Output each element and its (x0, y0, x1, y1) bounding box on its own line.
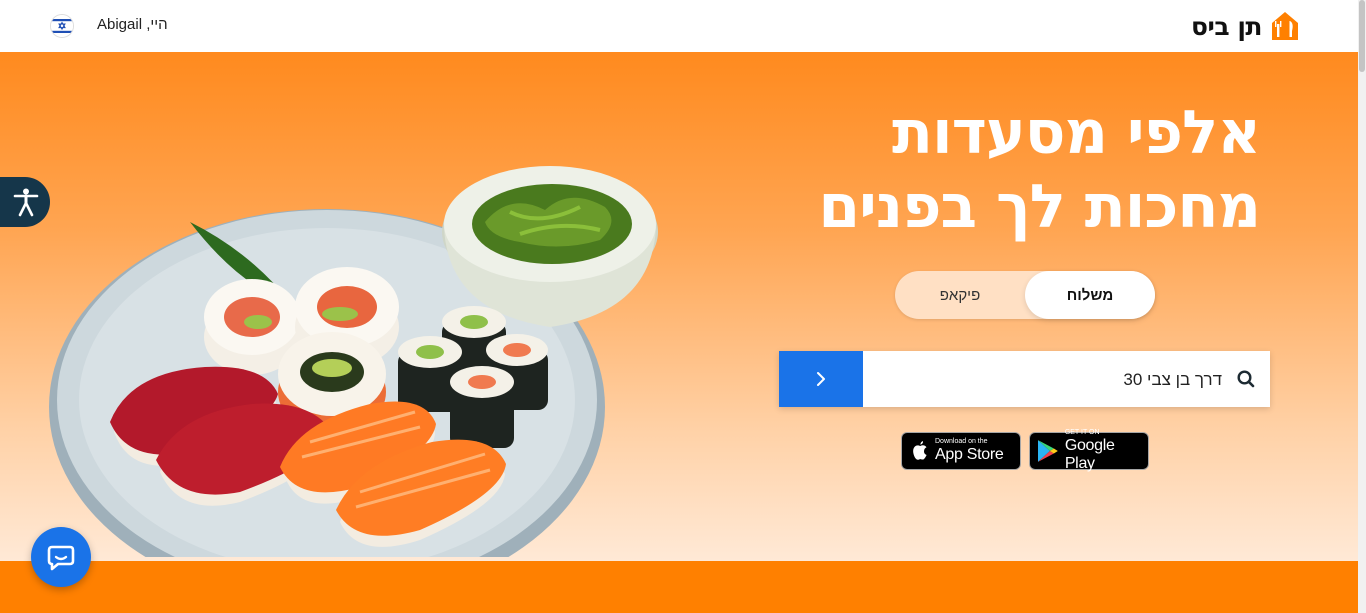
top-header: תן ביס היי, Abigail (0, 0, 1358, 53)
address-input[interactable] (880, 351, 1224, 409)
greeting-name: Abigail (97, 16, 143, 33)
site-logo[interactable]: תן ביס (1191, 9, 1302, 43)
hero-section: אלפי מסעדות מחכות לך בפנים משלוח פיקאפ D… (0, 52, 1358, 561)
google-play-badge[interactable]: GET IT ON Google Play (1029, 429, 1149, 472)
google-play-big-text: Google Play (1064, 437, 1115, 472)
address-search-box (779, 351, 1270, 409)
greeting-prefix: היי, (146, 16, 168, 33)
hero-title: אלפי מסעדות מחכות לך בפנים (700, 96, 1261, 244)
apple-icon (913, 441, 927, 460)
hero-title-line1: אלפי מסעדות (891, 98, 1261, 168)
google-play-small-text: GET IT ON (1064, 429, 1100, 436)
chat-button[interactable] (31, 527, 91, 587)
chat-icon (47, 545, 75, 571)
hero-title-line2: מחכות לך בפנים (818, 172, 1261, 242)
delivery-mode-toggle: משלוח פיקאפ (895, 271, 1155, 319)
logo-icon (1272, 12, 1298, 40)
tab-pickup[interactable]: פיקאפ (895, 271, 1025, 319)
address-submit-button[interactable] (779, 351, 863, 407)
app-store-small-text: Download on the (935, 438, 988, 445)
google-play-icon (1037, 440, 1058, 462)
language-button[interactable] (50, 14, 74, 38)
search-icon (1237, 370, 1255, 388)
accessibility-icon (13, 188, 39, 217)
scrollbar-thumb[interactable] (1359, 0, 1365, 72)
accessibility-button[interactable] (0, 177, 50, 227)
app-store-big-text: App Store (935, 446, 1004, 463)
sushi-plate-image (49, 166, 658, 557)
tab-delivery[interactable]: משלוח (1025, 271, 1155, 319)
user-greeting[interactable]: היי, Abigail (97, 16, 168, 33)
app-store-badge[interactable]: Download on the App Store (901, 432, 1021, 470)
chevron-right-icon (817, 372, 825, 386)
bottom-orange-band (0, 561, 1358, 613)
israel-flag-icon (51, 15, 73, 37)
logo-text: תן ביס (1191, 11, 1262, 41)
page-scrollbar[interactable] (1358, 0, 1366, 613)
